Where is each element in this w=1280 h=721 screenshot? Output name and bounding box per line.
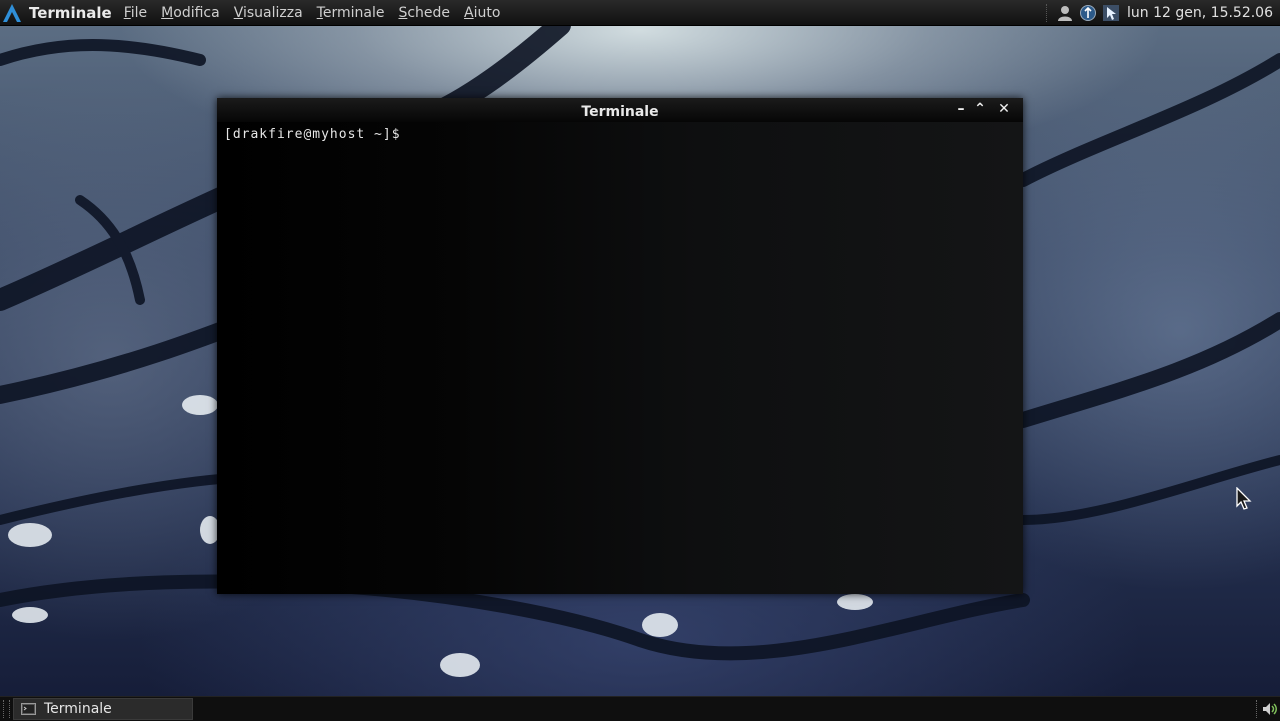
pointer-tool-icon[interactable] <box>1102 4 1120 22</box>
app-logo-icon[interactable] <box>1 2 23 24</box>
window-title: Terminale <box>581 104 659 120</box>
text-cursor <box>409 127 417 142</box>
mouse-pointer-icon <box>1236 487 1252 510</box>
window-titlebar[interactable]: Terminale <box>217 98 1023 122</box>
taskbar-item-label: Terminale <box>44 701 112 717</box>
terminal-window: Terminale – ⌃ ✕ [drakfire@myhost ~]$ <box>217 98 1023 594</box>
active-app-name[interactable]: Terminale <box>29 4 112 22</box>
menu-schede[interactable]: Schede <box>398 5 450 21</box>
close-button[interactable]: ✕ <box>995 101 1013 117</box>
panel-handle[interactable] <box>3 700 10 718</box>
top-panel: Terminale File Modifica Visualizza Termi… <box>0 0 1280 26</box>
menu-schede-label: chede <box>407 4 451 21</box>
terminal-icon <box>21 703 36 715</box>
menu-terminale[interactable]: Terminale <box>317 5 385 21</box>
menu-aiuto-label: iuto <box>473 4 501 21</box>
clock[interactable]: lun 12 gen, 15.52.06 <box>1127 5 1273 21</box>
menu-file-label: ile <box>130 4 148 21</box>
menu-terminale-label: erminale <box>322 4 385 21</box>
volume-icon[interactable] <box>1261 700 1279 718</box>
menu-visualizza[interactable]: Visualizza <box>234 5 303 21</box>
user-icon[interactable] <box>1056 4 1074 22</box>
bottom-panel: Terminale <box>0 696 1280 721</box>
minimize-button[interactable]: – <box>952 101 970 117</box>
menu-file[interactable]: File <box>124 5 147 21</box>
menu-modifica-label: odifica <box>173 4 220 21</box>
menu-modifica[interactable]: Modifica <box>161 5 220 21</box>
system-tray: lun 12 gen, 15.52.06 <box>1046 0 1273 25</box>
maximize-button[interactable]: ⌃ <box>971 101 989 117</box>
menu-aiuto[interactable]: Aiuto <box>464 5 500 21</box>
shell-prompt: [drakfire@myhost ~]$ <box>224 127 417 142</box>
menu-aiuto-accel: A <box>464 4 474 21</box>
prompt-text: [drakfire@myhost ~]$ <box>224 127 410 142</box>
menu-visualizza-accel: V <box>233 4 243 21</box>
terminal-content[interactable]: [drakfire@myhost ~]$ <box>217 122 1023 594</box>
taskbar-item-terminale[interactable]: Terminale <box>13 698 193 720</box>
tray-separator <box>1046 3 1049 22</box>
menu-visualizza-label: isualizza <box>242 4 303 21</box>
network-icon[interactable] <box>1079 4 1097 22</box>
panel-handle-right[interactable] <box>1256 700 1260 718</box>
menu-file-accel: F <box>123 4 131 21</box>
menu-modifica-accel: M <box>161 4 174 21</box>
